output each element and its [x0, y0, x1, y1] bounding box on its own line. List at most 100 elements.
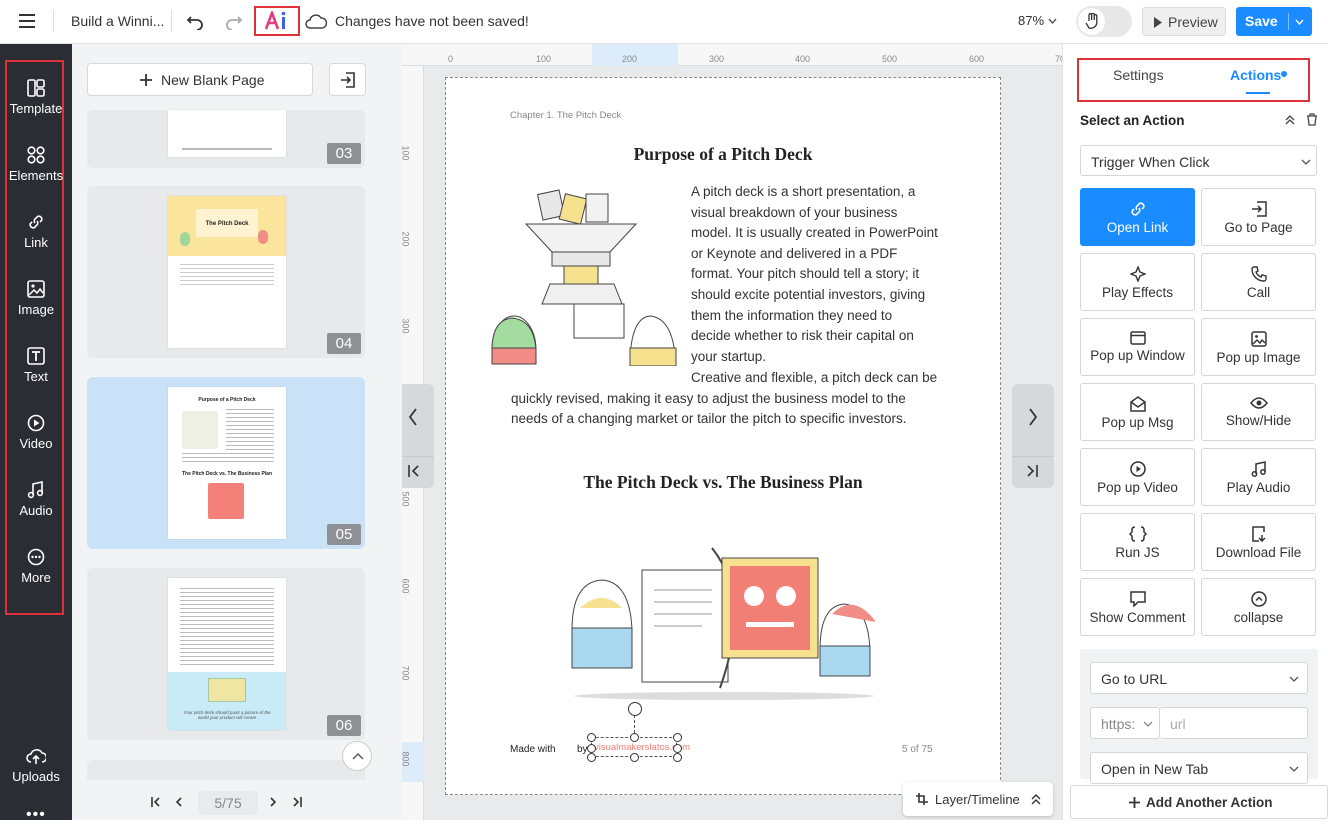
action-run-js[interactable]: Run JS	[1080, 513, 1195, 571]
resize-handle[interactable]	[630, 753, 639, 762]
last-page-icon[interactable]	[1027, 465, 1038, 477]
action-go-to-page[interactable]: Go to Page	[1201, 188, 1316, 246]
resize-handle[interactable]	[587, 753, 596, 762]
more-icon	[27, 548, 45, 566]
image-icon	[1250, 331, 1267, 347]
rotate-handle[interactable]	[628, 702, 642, 716]
scroll-top-button[interactable]	[342, 741, 372, 771]
document-page[interactable]: Chapter 1. The Pitch Deck Purpose of a P…	[445, 77, 1001, 795]
double-chevron-up-icon	[1031, 794, 1041, 805]
ai-icon[interactable]	[264, 11, 290, 31]
menu-icon[interactable]	[19, 14, 35, 28]
rail-item-audio[interactable]: Audio	[8, 473, 64, 533]
rail-item-link[interactable]: Link	[8, 205, 64, 265]
resize-handle[interactable]	[587, 733, 596, 742]
page-thumb-04[interactable]: The Pitch Deck 04	[87, 186, 365, 358]
next-page-button[interactable]	[1012, 384, 1054, 488]
last-page-icon[interactable]	[292, 797, 302, 807]
trigger-select[interactable]: Trigger When Click	[1080, 145, 1317, 176]
pitch-deck-illustration[interactable]	[490, 180, 690, 366]
redo-icon[interactable]	[225, 12, 243, 30]
resize-handle[interactable]	[673, 753, 682, 762]
unsaved-dot	[1281, 71, 1287, 77]
top-bar: Build a Winni... Changes have not been s…	[0, 0, 1328, 44]
chevron-down-icon	[1301, 159, 1311, 165]
action-collapse[interactable]: collapse	[1201, 578, 1316, 636]
chevron-down-icon[interactable]	[1048, 18, 1057, 24]
project-title[interactable]: Build a Winni...	[71, 13, 164, 29]
paragraph-1[interactable]: A pitch deck is a short presentation, av…	[691, 182, 938, 367]
chevron-left-icon	[408, 408, 417, 426]
action-pop-up-image[interactable]: Pop up Image	[1201, 318, 1316, 376]
prev-page-icon[interactable]	[175, 797, 183, 807]
action-call[interactable]: Call	[1201, 253, 1316, 311]
layers-icon	[916, 793, 928, 805]
next-page-icon[interactable]	[269, 797, 277, 807]
editor-canvas[interactable]: 0 100 200 300 400 500 600 700 100 200 30…	[402, 44, 1062, 820]
rail-overflow-dots[interactable]: •••	[26, 806, 46, 824]
undo-icon[interactable]	[186, 12, 204, 30]
heading-purpose[interactable]: Purpose of a Pitch Deck	[446, 144, 1000, 165]
new-blank-page-button[interactable]: New Blank Page	[87, 63, 313, 96]
add-another-action-button[interactable]: Add Another Action	[1070, 785, 1328, 819]
rail-item-video[interactable]: Video	[8, 406, 64, 466]
ruler-horizontal: 0 100 200 300 400 500 600 700	[402, 44, 1062, 66]
action-pop-up-msg[interactable]: Pop up Msg	[1080, 383, 1195, 441]
action-play-audio[interactable]: Play Audio	[1201, 448, 1316, 506]
first-page-icon[interactable]	[151, 797, 161, 807]
selected-link-element[interactable]: visualmakerslatos.com	[587, 702, 690, 762]
link-icon	[1130, 202, 1145, 216]
first-page-icon[interactable]	[408, 465, 419, 477]
rail-item-template[interactable]: Template	[8, 71, 64, 131]
page-thumb-03[interactable]: 03	[87, 110, 365, 168]
action-download-file[interactable]: Download File	[1201, 513, 1316, 571]
save-options-chevron-icon[interactable]	[1295, 19, 1304, 25]
business-plan-illustration[interactable]	[562, 518, 886, 704]
action-pop-up-video[interactable]: Pop up Video	[1080, 448, 1195, 506]
goto-url-select[interactable]: Go to URL	[1090, 662, 1308, 694]
save-button[interactable]: Save	[1236, 7, 1312, 36]
by-label: by	[577, 744, 588, 755]
select-action-label: Select an Action	[1080, 113, 1185, 128]
resize-handle[interactable]	[673, 733, 682, 742]
page-number-input[interactable]: 5/75	[198, 791, 258, 815]
eye-icon	[1249, 397, 1268, 409]
double-chevron-up-icon[interactable]	[1285, 115, 1295, 125]
page-thumb-05[interactable]: Purpose of a Pitch Deck The Pitch Deck v…	[87, 377, 365, 549]
page-thumb-06[interactable]: Your pitch deck should paint a picture o…	[87, 568, 365, 740]
rail-item-image[interactable]: Image	[8, 272, 64, 332]
page-thumbnails-panel: New Blank Page 03 The Pitch Deck 04 Purp…	[72, 44, 402, 820]
action-play-effects[interactable]: Play Effects	[1080, 253, 1195, 311]
tab-actions[interactable]: Actions	[1230, 67, 1281, 83]
import-page-button[interactable]	[329, 63, 366, 96]
chevron-down-icon	[1143, 721, 1153, 727]
template-icon	[27, 79, 45, 97]
prev-page-button[interactable]	[402, 384, 434, 488]
rail-item-elements[interactable]: Elements	[8, 138, 64, 198]
protocol-select[interactable]: https:	[1090, 707, 1160, 739]
rail-item-text[interactable]: Text	[8, 339, 64, 399]
tab-settings[interactable]: Settings	[1113, 67, 1164, 83]
rail-item-uploads[interactable]: Uploads	[4, 739, 68, 799]
hand-tool-toggle[interactable]	[1076, 6, 1132, 37]
envelope-open-icon	[1129, 396, 1146, 412]
action-open-link[interactable]: Open Link	[1080, 188, 1195, 246]
action-show-hide[interactable]: Show/Hide	[1201, 383, 1316, 441]
open-in-select[interactable]: Open in New Tab	[1090, 752, 1308, 784]
action-show-comment[interactable]: Show Comment	[1080, 578, 1195, 636]
code-braces-icon	[1128, 526, 1147, 542]
action-pop-up-window[interactable]: Pop up Window	[1080, 318, 1195, 376]
heading-vs-business-plan[interactable]: The Pitch Deck vs. The Business Plan	[446, 472, 1000, 493]
zoom-level[interactable]: 87%	[1018, 13, 1044, 28]
resize-handle[interactable]	[587, 744, 596, 753]
link-icon	[29, 215, 43, 229]
layer-timeline-button[interactable]: Layer/Timeline	[903, 782, 1053, 816]
preview-button[interactable]: Preview	[1142, 7, 1226, 36]
url-input[interactable]: url	[1160, 707, 1308, 739]
resize-handle[interactable]	[673, 744, 682, 753]
trash-icon[interactable]	[1306, 113, 1318, 126]
resize-handle[interactable]	[630, 733, 639, 742]
paragraph-2[interactable]: Creative and flexible, a pitch deck can …	[511, 368, 937, 430]
rail-item-more[interactable]: More	[8, 540, 64, 600]
chevron-down-icon	[1289, 766, 1299, 772]
